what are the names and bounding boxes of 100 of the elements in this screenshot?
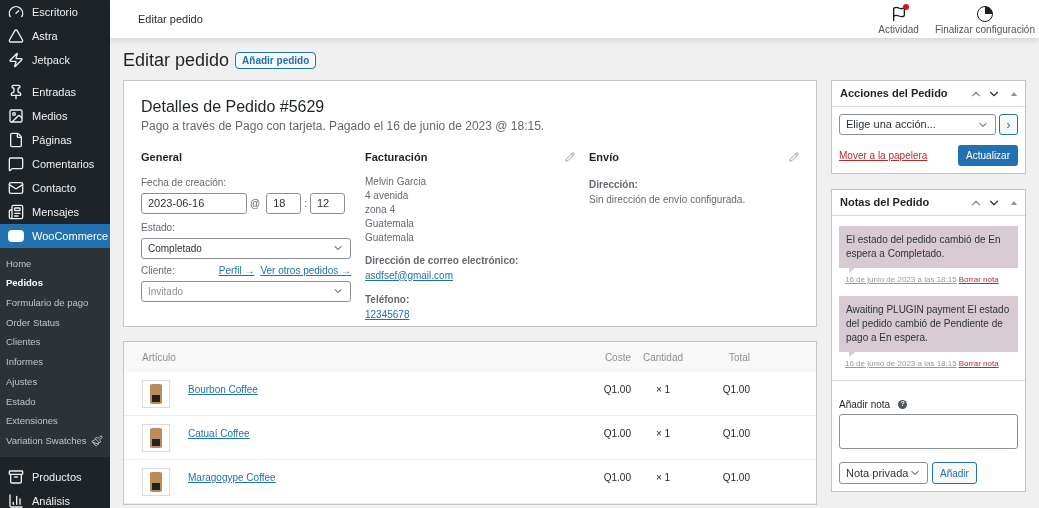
apply-action-button[interactable]: › [999,114,1018,135]
total-cell-text: Q1.00 [721,383,750,397]
activity-button[interactable]: Finalizar configuración [934,5,1035,37]
product-link[interactable]: Maragogype Coffee [188,470,276,485]
update-button[interactable]: Actualizar [958,145,1018,166]
submenu-item[interactable]: Formulario de pago [0,293,110,314]
triangle-icon [8,28,24,44]
submenu-item[interactable]: Variation Swatches [0,431,110,451]
submenu-item[interactable]: Pedidos [0,273,110,294]
address-line: 4 avenida [365,188,410,203]
note-timestamp: 16 de junio de 2023 a las 18:15 [845,358,957,370]
activity-button[interactable]: Actividad [878,5,919,37]
submenu-item[interactable]: Extensiones [0,411,110,432]
shipping-address: Sin dirección de envío configurada. [589,192,747,207]
date-field[interactable]: 2023-06-16 [141,192,247,214]
top-bar-title: Editar pedido [138,11,203,27]
dashboard-icon [8,4,24,20]
section-heading: General [141,150,183,165]
add-order-button[interactable]: Añadir pedido [235,51,317,69]
section-heading: Envío [589,150,619,165]
coffee-bag-icon [150,428,162,448]
add-note-button[interactable]: Añadir [932,462,977,484]
cost-cell-text: Q1.00 [602,471,631,485]
sidebar-item[interactable]: WooCommerce [0,224,110,248]
submenu-item[interactable]: Clientes [0,332,110,353]
total-cell-text: Q1.00 [721,471,750,485]
quantity-cell-text: × 1 [654,471,672,485]
sidebar-item[interactable]: Análisis [0,488,110,508]
minute-field[interactable]: 12 [309,192,345,214]
submenu-item[interactable]: Ajustes [0,372,110,392]
collapse-icon[interactable] [1011,91,1017,96]
sidebar-item[interactable]: Productos [0,464,110,489]
submenu-item[interactable]: Home [0,254,110,274]
bubble-pointer [849,352,855,357]
column-header: Artículo [142,350,177,365]
order-subtitle: Pago a través de Pago con tarjeta. Pagado el 16 de junio de 2023 @ 18:15. [141,118,546,135]
delete-note-link[interactable]: Borrar nota [958,274,999,286]
section-heading: Facturación [365,150,428,165]
page-icon [8,132,24,148]
address-line: Melvin Garcia [365,174,428,189]
order-title: Detalles de Pedido #5629 [141,97,326,117]
field-label: Estado: [141,220,176,235]
address-line: Guatemala [365,230,415,245]
sidebar-item[interactable]: Astra [0,24,110,48]
flag-icon [890,5,907,22]
add-note-label: Añadir nota [839,398,891,412]
mail-icon [8,180,24,196]
other-orders-link[interactable]: Ver otros pedidos → [260,262,351,278]
submenu-item[interactable]: Informes [0,352,110,373]
move-to-trash-link[interactable]: Mover a la papelera [839,148,928,163]
profile-link[interactable]: Perfil → [218,262,255,278]
product-link[interactable]: Bourbon Coffee [188,382,258,397]
action-select[interactable]: Elige una acción... [839,114,996,135]
address-line: Guatemala [365,216,415,231]
comment-icon [8,156,24,172]
media-icon [8,108,24,124]
bolt-icon [8,52,24,68]
page-title: Editar pedido [123,48,230,72]
field-label: Fecha de creación: [141,175,228,190]
bar-chart-icon [8,492,24,508]
field-label: Teléfono: [365,292,411,307]
archive-icon [8,468,24,485]
sidebar-item[interactable]: Entradas [0,80,110,104]
edit-icon[interactable] [789,152,799,163]
quantity-cell-text: × 1 [654,383,672,397]
note-timestamp: 16 de junio de 2023 a las 18:15 [845,274,957,286]
delete-note-link[interactable]: Borrar nota [958,358,999,370]
cost-cell-text: Q1.00 [602,427,631,441]
total-cell-text: Q1.00 [721,427,750,441]
column-header: Cantidad [642,350,684,365]
status-select[interactable]: Completado [141,237,351,259]
sidebar-item[interactable]: Escritorio [0,0,110,24]
message-list-icon [8,204,24,220]
sidebar-item[interactable]: Jetpack [0,48,110,72]
coffee-bag-icon [150,472,162,492]
address-line: zona 4 [365,202,397,217]
sidebar-item[interactable]: Medios [0,104,110,128]
hour-field[interactable]: 18 [266,192,302,214]
submenu-item[interactable]: Order Status [0,313,110,333]
sidebar-item[interactable]: Contacto [0,176,110,200]
note-type-select[interactable]: Nota privada [839,462,928,484]
column-header: Coste [603,350,631,365]
coffee-bag-icon [150,384,162,404]
sidebar-item[interactable]: Páginas [0,128,110,152]
time-colon: : [304,196,307,211]
box-title: Notas del Pedido [840,195,930,211]
sidebar-item[interactable]: Mensajes [0,200,110,224]
product-link[interactable]: Catuaí Coffee [188,426,250,441]
collapse-icon[interactable] [1011,200,1017,205]
edit-icon[interactable] [565,152,575,163]
field-label: Cliente: [141,263,175,278]
submenu-item[interactable]: Estado [0,391,110,412]
field-label: Dirección: [589,177,639,192]
column-header: Total [727,350,750,365]
at-sign: @ [250,196,261,211]
phone-link[interactable]: 12345678 [365,306,410,322]
email-link[interactable]: asdfsef@gmail.com [365,267,453,283]
quantity-cell-text: × 1 [654,427,672,441]
sidebar-item[interactable]: Comentarios [0,152,110,176]
note-textarea[interactable] [839,414,1018,449]
